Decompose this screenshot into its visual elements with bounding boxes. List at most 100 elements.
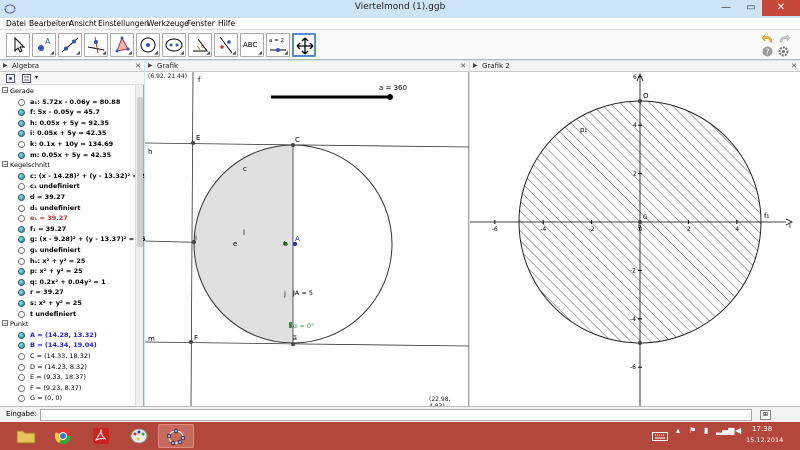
keyboard-icon[interactable]	[652, 432, 668, 441]
visibility-toggle-icon[interactable]	[18, 215, 25, 223]
visibility-toggle-icon[interactable]	[18, 278, 25, 286]
taskbar-chrome[interactable]	[46, 424, 82, 448]
help-icon[interactable]: ?	[762, 46, 773, 57]
visibility-toggle-icon[interactable]	[18, 342, 25, 350]
sort-by-icon[interactable]	[22, 74, 31, 83]
perpendicular-tool-button[interactable]: ◢	[84, 33, 108, 57]
slider-handle[interactable]	[387, 94, 393, 100]
reflect-tool-button[interactable]: ◢	[214, 33, 238, 57]
visibility-toggle-icon[interactable]	[18, 353, 25, 360]
visibility-toggle-icon[interactable]	[18, 310, 25, 318]
algebra-object-row[interactable]: t undefiniert	[0, 309, 136, 320]
line-tool-button[interactable]: ◢	[58, 33, 82, 57]
algebra-category[interactable]: − Punkt	[0, 319, 136, 330]
algebra-object-row[interactable]: m: 0.05x + 5y = 42.35	[0, 150, 136, 161]
menu-fenster[interactable]: Fenster	[187, 19, 215, 28]
algebra-object-row[interactable]: C = (14.33, 18.32)	[0, 351, 136, 362]
visibility-toggle-icon[interactable]	[18, 384, 25, 392]
visibility-toggle-icon[interactable]	[18, 119, 25, 127]
graphics-view-2[interactable]: ▶ Grafik 2 ✕ -6 -4 -2 0 2 4 6 4 2 -2 -4 -6	[470, 61, 800, 406]
algebra-object-row[interactable]: h: 0.05x + 5y = 92.35	[0, 118, 136, 129]
taskbar-acrobat[interactable]	[84, 424, 120, 448]
battery-icon[interactable]: ▮	[704, 426, 708, 435]
algebra-close-icon[interactable]: ✕	[135, 62, 141, 70]
menu-datei[interactable]: Datei	[6, 19, 26, 28]
volume-icon[interactable]: ◀	[735, 426, 741, 435]
visibility-toggle-icon[interactable]	[18, 374, 25, 382]
line-f[interactable]	[190, 72, 194, 406]
collapse-icon[interactable]: −	[2, 161, 8, 168]
algebra-object-row[interactable]: g: (x - 9.28)² + (y - 13.37)² = 25	[0, 234, 146, 245]
visibility-toggle-icon[interactable]	[18, 395, 25, 403]
text-tool-button[interactable]: ABC ◢	[240, 33, 264, 57]
visibility-toggle-icon[interactable]	[18, 151, 25, 159]
point-O[interactable]	[638, 99, 642, 103]
algebra-object-row[interactable]: s: x² + y² = 25	[0, 298, 136, 309]
command-input[interactable]	[40, 409, 752, 421]
algebra-object-row[interactable]: B = (14.34, 19.04)	[0, 340, 136, 351]
taskbar-explorer[interactable]	[8, 424, 44, 448]
algebra-object-row[interactable]: A = (14.28, 13.32)	[0, 330, 136, 341]
angle-tool-button[interactable]: α ◢	[188, 33, 212, 57]
panel-menu-arrow-icon[interactable]: ▶	[473, 62, 478, 69]
input-help-button[interactable]: ⊞	[760, 410, 771, 420]
visibility-toggle-icon[interactable]	[18, 363, 25, 371]
point-tool-button[interactable]: A ◢	[32, 33, 56, 57]
algebra-object-row[interactable]: c₁ undefiniert	[0, 181, 136, 192]
grafik2-close-icon[interactable]: ✕	[791, 62, 797, 70]
menu-ansicht[interactable]: Ansicht	[69, 19, 97, 28]
algebra-scrollbar[interactable]	[135, 85, 143, 405]
algebra-object-row[interactable]: f: 5x - 0.05y = 45.7	[0, 107, 136, 118]
minimize-button[interactable]: —	[714, 0, 738, 16]
grafik-close-icon[interactable]: ✕	[460, 62, 466, 70]
graphics-view-1[interactable]: ▶ Grafik ✕ (6.92, 21.44) (22.98, 4.83)	[145, 61, 469, 410]
visibility-toggle-icon[interactable]	[18, 257, 25, 265]
clock-time[interactable]: 17:38	[752, 425, 772, 433]
algebra-object-row[interactable]: a₁: 5.72x - 0.06y = 80.88	[0, 97, 136, 108]
algebra-object-row[interactable]: h₁: x² + y² = 25	[0, 256, 136, 267]
close-button[interactable]: ✕	[762, 0, 800, 16]
algebra-object-row[interactable]: F = (9.23, 8.37)	[0, 383, 136, 394]
algebra-category[interactable]: − Kegelschnitt	[0, 160, 136, 171]
visibility-toggle-icon[interactable]	[18, 183, 25, 191]
collapse-icon[interactable]: −	[2, 320, 8, 327]
collapse-icon[interactable]: −	[2, 87, 8, 94]
move-tool-button[interactable]	[6, 33, 30, 57]
visibility-toggle-icon[interactable]	[18, 225, 25, 233]
menu-einstellungen[interactable]: Einstellungen	[98, 19, 149, 28]
panel-menu-arrow-icon[interactable]: ▶	[3, 62, 8, 69]
algebra-object-row[interactable]: c: (x - 14.28)² + (y - 13.32)² = 25	[0, 171, 149, 182]
menu-werkzeuge[interactable]: Werkzeuge	[147, 19, 189, 28]
flag-icon[interactable]: ⚑	[689, 426, 696, 435]
algebra-object-row[interactable]: f₁ = 39.27	[0, 224, 136, 235]
grafik2-canvas[interactable]: -6 -4 -2 0 2 4 642-2-4-6 O G f₁ p₁ i b	[470, 72, 800, 406]
menu-bearbeiten[interactable]: Bearbeiten	[29, 19, 70, 28]
visibility-toggle-icon[interactable]	[18, 194, 25, 201]
algebra-object-row[interactable]: q: 0.2x² + 0.04y² = 1	[0, 277, 136, 288]
visibility-toggle-icon[interactable]	[18, 247, 25, 254]
algebra-object-row[interactable]: d₁ undefiniert	[0, 203, 136, 214]
visibility-toggle-icon[interactable]	[18, 236, 25, 244]
algebra-object-row[interactable]: r = 39.27	[0, 287, 136, 298]
visibility-toggle-icon[interactable]	[18, 268, 25, 276]
visibility-toggle-icon[interactable]	[18, 331, 25, 339]
taskbar-geogebra[interactable]	[158, 424, 194, 448]
visibility-toggle-icon[interactable]	[18, 204, 25, 212]
move-graphics-tool-button[interactable]	[292, 33, 316, 57]
tray-arrow-icon[interactable]: ▴	[676, 426, 680, 435]
polygon-tool-button[interactable]: ◢	[110, 33, 134, 57]
visibility-toggle-icon[interactable]	[18, 300, 25, 307]
visibility-toggle-icon[interactable]	[18, 98, 25, 106]
sort-dropdown-icon[interactable]: ▾	[35, 74, 38, 81]
point-E[interactable]	[191, 141, 195, 145]
algebra-object-row[interactable]: d = 39.27	[0, 192, 136, 203]
slider-tool-button[interactable]: a = 2 ◢	[266, 33, 290, 57]
network-icon[interactable]: ▂▄▆	[716, 426, 734, 435]
grafik-canvas[interactable]: a = 360 f h m E C F c l e i b A j JA = 5…	[145, 72, 469, 406]
clock-date[interactable]: 15.12.2014	[746, 436, 783, 444]
menu-hilfe[interactable]: Hilfe	[218, 19, 235, 28]
circle-tool-button[interactable]: ◢	[136, 33, 160, 57]
algebra-object-row[interactable]: k: 0.1x + 10y = 134.69	[0, 139, 136, 150]
line-m[interactable]	[145, 341, 469, 347]
visibility-toggle-icon[interactable]	[18, 130, 25, 138]
